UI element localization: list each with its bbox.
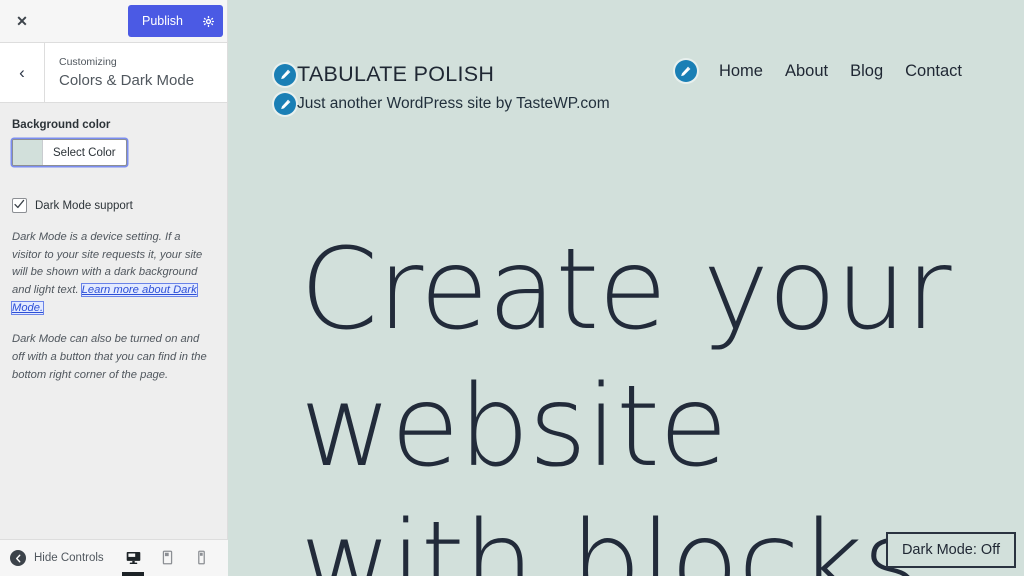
customizer-topbar: ✕ Publish: [0, 0, 227, 43]
site-title[interactable]: TABULATE POLISH: [297, 62, 494, 87]
hero-heading: Create your website with blocks: [300, 225, 952, 576]
edit-pencil-icon[interactable]: [674, 60, 697, 82]
description-paragraph-1: Dark Mode is a device setting. If a visi…: [11, 229, 211, 317]
panel-header: ‹ Customizing Colors & Dark Mode: [0, 43, 227, 103]
back-chevron-icon[interactable]: ‹: [0, 43, 45, 102]
hide-controls-button[interactable]: Hide Controls: [0, 550, 104, 566]
dark-mode-support-label: Dark Mode support: [35, 199, 133, 212]
dark-mode-description: Dark Mode is a device setting. If a visi…: [11, 229, 215, 385]
hide-controls-label: Hide Controls: [34, 552, 104, 564]
select-color-label: Select Color: [53, 146, 116, 159]
gear-icon[interactable]: [193, 5, 223, 37]
site-header: TABULATE POLISH Just another WordPress s…: [228, 0, 1024, 140]
customizing-eyebrow: Customizing: [59, 56, 117, 69]
tablet-preview-icon[interactable]: [150, 539, 184, 576]
close-icon[interactable]: ✕: [0, 0, 44, 42]
checkbox-checked-icon[interactable]: [12, 198, 27, 213]
nav-link-home[interactable]: Home: [719, 62, 763, 81]
site-branding: TABULATE POLISH Just another WordPress s…: [274, 62, 610, 115]
customizer-sidebar: ✕ Publish ‹ Customizing Colors & Dark Mo…: [0, 0, 228, 576]
site-preview-frame: TABULATE POLISH Just another WordPress s…: [228, 0, 1024, 576]
select-color-button[interactable]: Select Color: [12, 139, 127, 166]
publish-button-group: Publish: [128, 5, 223, 37]
publish-button[interactable]: Publish: [128, 5, 193, 37]
primary-navigation: Home About Blog Contact: [674, 60, 962, 82]
site-tagline-row: Just another WordPress site by TasteWP.c…: [274, 93, 610, 115]
site-tagline[interactable]: Just another WordPress site by TasteWP.c…: [297, 95, 610, 113]
customizer-footer: Hide Controls: [0, 539, 228, 576]
site-title-row: TABULATE POLISH: [274, 62, 610, 87]
nav-link-blog[interactable]: Blog: [850, 62, 883, 81]
nav-link-about[interactable]: About: [785, 62, 828, 81]
mobile-preview-icon[interactable]: [184, 539, 218, 576]
page-title: Colors & Dark Mode: [59, 71, 195, 89]
edit-pencil-icon[interactable]: [274, 63, 296, 86]
device-preview-buttons: [116, 539, 218, 576]
description-paragraph-2: Dark Mode can also be turned on and off …: [12, 333, 207, 381]
collapse-arrow-icon: [10, 550, 26, 566]
hero-section: Create your website with blocks: [300, 222, 960, 576]
background-color-label: Background color: [12, 119, 111, 131]
color-swatch: [13, 140, 43, 165]
panel-title-group: Customizing Colors & Dark Mode: [45, 43, 227, 102]
dark-mode-support-checkbox-row[interactable]: Dark Mode support: [12, 198, 215, 213]
nav-link-contact[interactable]: Contact: [905, 62, 962, 81]
customizer-screen: TABULATE POLISH Just another WordPress s…: [0, 0, 1024, 576]
customizer-controls: Background color Select Color Dark Mode …: [0, 103, 227, 385]
edit-pencil-icon[interactable]: [274, 93, 296, 115]
dark-mode-toggle-button[interactable]: Dark Mode: Off: [885, 531, 1016, 568]
desktop-preview-icon[interactable]: [116, 539, 150, 576]
